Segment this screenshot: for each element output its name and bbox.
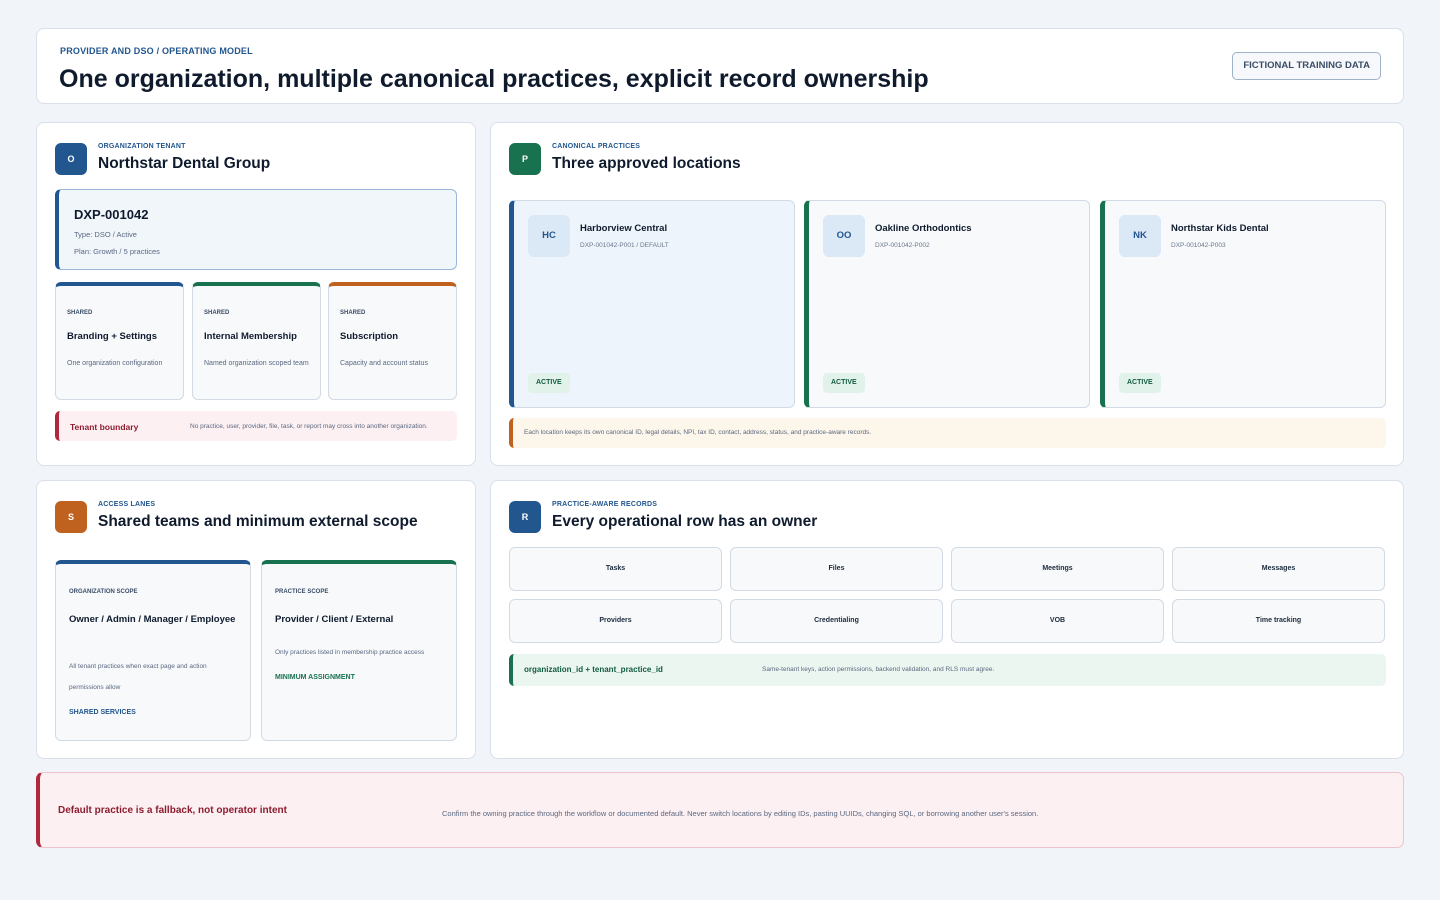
record-tasks[interactable]: Tasks <box>509 547 722 591</box>
record-vob[interactable]: VOB <box>951 599 1164 643</box>
lane-title: Provider / Client / External <box>275 614 394 625</box>
tenant-boundary-text: No practice, user, provider, file, task,… <box>190 423 428 430</box>
records-title: Every operational row has an owner <box>552 513 818 530</box>
shared-card-kind: SHARED <box>204 310 230 316</box>
tenant-card: DXP-001042 Type: DSO / Active Plan: Grow… <box>55 189 457 270</box>
location-name: Northstar Kids Dental <box>1171 223 1269 234</box>
tenant-type: Type: DSO / Active <box>74 230 137 239</box>
location-name: Harborview Central <box>580 223 668 234</box>
organization-eyebrow: ORGANIZATION TENANT <box>98 143 186 150</box>
shared-card-title: Branding + Settings <box>67 331 157 342</box>
location-avatar: NK <box>1119 215 1161 257</box>
lane-kind: PRACTICE SCOPE <box>275 589 329 595</box>
tenant-boundary-note: Tenant boundary No practice, user, provi… <box>55 411 457 441</box>
records-eyebrow: PRACTICE-AWARE RECORDS <box>552 501 658 508</box>
record-providers[interactable]: Providers <box>509 599 722 643</box>
record-files[interactable]: Files <box>730 547 943 591</box>
record-meetings[interactable]: Meetings <box>951 547 1164 591</box>
page-title: One organization, multiple canonical pra… <box>59 65 929 93</box>
tenant-boundary-label: Tenant boundary <box>70 422 139 432</box>
location-name: Oakline Orthodontics <box>875 223 972 234</box>
status-badge: ACTIVE <box>528 373 570 393</box>
shared-card-kind: SHARED <box>340 310 366 316</box>
fictional-data-badge: FICTIONAL TRAINING DATA <box>1232 52 1381 80</box>
record-messages[interactable]: Messages <box>1172 547 1385 591</box>
access-title: Shared teams and minimum external scope <box>98 513 418 530</box>
shared-card-title: Subscription <box>340 331 399 342</box>
lane-kind: ORGANIZATION SCOPE <box>69 589 138 595</box>
record-time-tracking[interactable]: Time tracking <box>1172 599 1385 643</box>
location-code: DXP-001042-P002 <box>875 242 930 249</box>
location-card-northstar-kids[interactable]: NK Northstar Kids Dental DXP-001042-P003… <box>1100 200 1386 408</box>
tenant-id: DXP-001042 <box>74 207 149 222</box>
access-panel: S ACCESS LANES Shared teams and minimum … <box>36 480 476 759</box>
records-icon: R <box>509 501 541 533</box>
organization-icon: O <box>55 143 87 175</box>
header-eyebrow: PROVIDER AND DSO / OPERATING MODEL <box>60 46 253 56</box>
record-credentialing[interactable]: Credentialing <box>730 599 943 643</box>
organization-panel: O ORGANIZATION TENANT Northstar Dental G… <box>36 122 476 466</box>
records-panel: R PRACTICE-AWARE RECORDS Every operation… <box>490 480 1404 759</box>
practices-note: Each location keeps its own canonical ID… <box>509 418 1386 448</box>
shared-card-branding: SHARED Branding + Settings One organizat… <box>55 282 184 400</box>
location-avatar: OO <box>823 215 865 257</box>
lane-tag: SHARED SERVICES <box>69 709 136 716</box>
practices-title: Three approved locations <box>552 155 741 172</box>
organization-title: Northstar Dental Group <box>98 155 271 172</box>
status-badge: ACTIVE <box>1119 373 1161 393</box>
default-practice-warning: Default practice is a fallback, not oper… <box>36 772 1404 848</box>
practices-panel: P CANONICAL PRACTICES Three approved loc… <box>490 122 1404 466</box>
lane-tag: MINIMUM ASSIGNMENT <box>275 674 355 681</box>
location-avatar: HC <box>528 215 570 257</box>
tenant-plan: Plan: Growth / 5 practices <box>74 247 160 256</box>
location-code: DXP-001042-P001 / DEFAULT <box>580 242 669 249</box>
page-header: PROVIDER AND DSO / OPERATING MODEL One o… <box>36 28 1404 104</box>
shared-card-kind: SHARED <box>67 310 93 316</box>
lane-title: Owner / Admin / Manager / Employee <box>69 614 236 625</box>
access-icon: S <box>55 501 87 533</box>
lane-desc: All tenant practices when exact page and… <box>69 663 207 691</box>
shared-card-title: Internal Membership <box>204 331 297 342</box>
records-keys-note-text: Same-tenant keys, action permissions, ba… <box>762 666 995 673</box>
shared-card-desc: One organization configuration <box>67 360 163 367</box>
shared-card-desc: Named organization scoped team <box>204 360 309 367</box>
warning-text: Confirm the owning practice through the … <box>442 809 1039 818</box>
location-card-oakline[interactable]: OO Oakline Orthodontics DXP-001042-P002 … <box>804 200 1090 408</box>
location-code: DXP-001042-P003 <box>1171 242 1226 249</box>
lane-practice-scope: PRACTICE SCOPE Provider / Client / Exter… <box>261 560 457 741</box>
practices-eyebrow: CANONICAL PRACTICES <box>552 143 641 150</box>
shared-card-membership: SHARED Internal Membership Named organiz… <box>192 282 321 400</box>
lane-organization-scope: ORGANIZATION SCOPE Owner / Admin / Manag… <box>55 560 251 741</box>
records-keys-note: organization_id + tenant_practice_id Sam… <box>509 654 1386 686</box>
status-badge: ACTIVE <box>823 373 865 393</box>
access-eyebrow: ACCESS LANES <box>98 501 156 508</box>
location-card-harborview[interactable]: HC Harborview Central DXP-001042-P001 / … <box>509 200 795 408</box>
shared-card-desc: Capacity and account status <box>340 360 428 367</box>
warning-title: Default practice is a fallback, not oper… <box>58 805 287 816</box>
practices-icon: P <box>509 143 541 175</box>
lane-desc: Only practices listed in membership prac… <box>275 649 425 656</box>
shared-card-subscription: SHARED Subscription Capacity and account… <box>328 282 457 400</box>
records-keys: organization_id + tenant_practice_id <box>524 665 663 674</box>
